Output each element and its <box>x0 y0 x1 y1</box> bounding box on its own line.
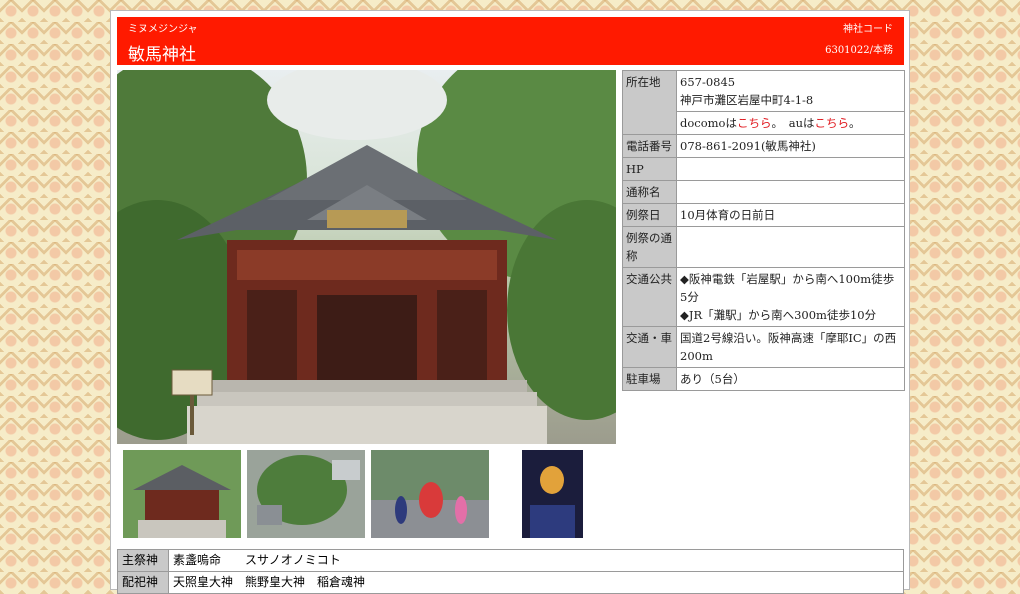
festival-label: 例祭日 <box>622 203 677 227</box>
main-deity-row: 主祭神 素盞嗚命 スサノオノミコト <box>117 549 904 572</box>
parking-label: 駐車場 <box>622 367 677 391</box>
hp-value <box>676 157 905 181</box>
car-label: 交通・車 <box>622 326 677 368</box>
docomo-map-link[interactable]: こちら <box>737 116 772 130</box>
phone-row: 電話番号 078-861-2091(敏馬神社) <box>622 134 905 158</box>
festival-alias-row: 例祭の通称 <box>622 226 905 268</box>
au-map-link[interactable]: こちら <box>815 116 850 130</box>
shrine-name: 敏馬神社 <box>128 45 196 65</box>
festival-lion-dance-thumb[interactable] <box>371 450 489 538</box>
phone-label: 電話番号 <box>622 134 677 158</box>
parking-row: 駐車場 あり（5台） <box>622 367 905 391</box>
postal-code: 657-0845 <box>680 75 736 89</box>
address-row: 所在地 657-0845 神戸市灘区岩屋中町4-1-8 <box>622 70 905 135</box>
docomo-prefix: docomoは <box>680 116 737 130</box>
link-separator: 。 <box>771 116 789 130</box>
enshrined-deity-row: 配祀神 天照皇大神 熊野皇大神 稲倉魂神 <box>117 571 904 594</box>
transit-label: 交通公共 <box>622 267 677 327</box>
alias-row: 通称名 <box>622 180 905 204</box>
deity-value: 素盞嗚命 スサノオノミコト <box>168 549 904 572</box>
hp-row: HP <box>622 157 905 181</box>
phone-value: 078-861-2091(敏馬神社) <box>676 134 905 158</box>
transit-hanshin: ◆阪神電鉄「岩屋駅」から南へ100m徒歩5分 <box>680 272 895 304</box>
shrine-info-table: 所在地 657-0845 神戸市灘区岩屋中町4-1-8 docomoはこちら。 … <box>622 70 905 391</box>
address-label: 所在地 <box>622 70 677 135</box>
festival-alias-label: 例祭の通称 <box>622 226 677 268</box>
alias-value <box>676 180 905 204</box>
alias-label: 通称名 <box>622 180 677 204</box>
content-panel: ミヌメジンジャ 敏馬神社 神社コード 6301022/本務 所在地 657-08… <box>110 10 910 594</box>
enshrined-label: 配祀神 <box>117 571 169 594</box>
shrine-main-photo <box>117 70 616 444</box>
car-value: 国道2号線沿い。阪神高速「摩耶IC」の西200m <box>676 326 905 368</box>
enshrined-value: 天照皇大神 熊野皇大神 稲倉魂神 <box>168 571 904 594</box>
parking-value: あり（5台） <box>676 367 905 391</box>
address-value: 神戸市灘区岩屋中町4-1-8 <box>680 93 814 107</box>
festival-row: 例祭日 10月体育の日前日 <box>622 203 905 227</box>
shrine-header: ミヌメジンジャ 敏馬神社 神社コード 6301022/本務 <box>117 17 904 65</box>
transit-row: 交通公共 ◆阪神電鉄「岩屋駅」から南へ100m徒歩5分 ◆JR「灘駅」から南へ3… <box>622 267 905 327</box>
festival-alias-value <box>676 226 905 268</box>
car-row: 交通・車 国道2号線沿い。阪神高速「摩耶IC」の西200m <box>622 326 905 368</box>
au-prefix: auは <box>788 116 815 130</box>
shrine-code-label: 神社コード <box>843 24 893 35</box>
link-end: 。 <box>849 116 861 130</box>
lantern-night-thumb[interactable] <box>522 450 583 538</box>
transit-jr: ◆JR「灘駅」から南へ300m徒歩10分 <box>680 308 877 322</box>
hp-label: HP <box>622 157 677 181</box>
festival-value: 10月体育の日前日 <box>676 203 905 227</box>
deity-label: 主祭神 <box>117 549 169 572</box>
shrine-hall-thumb[interactable] <box>123 450 241 538</box>
deity-table: 主祭神 素盞嗚命 スサノオノミコト 配祀神 天照皇大神 熊野皇大神 稲倉魂神 <box>117 549 904 594</box>
shrine-code-value: 6301022/本務 <box>825 45 893 56</box>
shrine-aerial-thumb[interactable] <box>247 450 365 538</box>
shrine-furigana: ミヌメジンジャ <box>128 24 198 35</box>
